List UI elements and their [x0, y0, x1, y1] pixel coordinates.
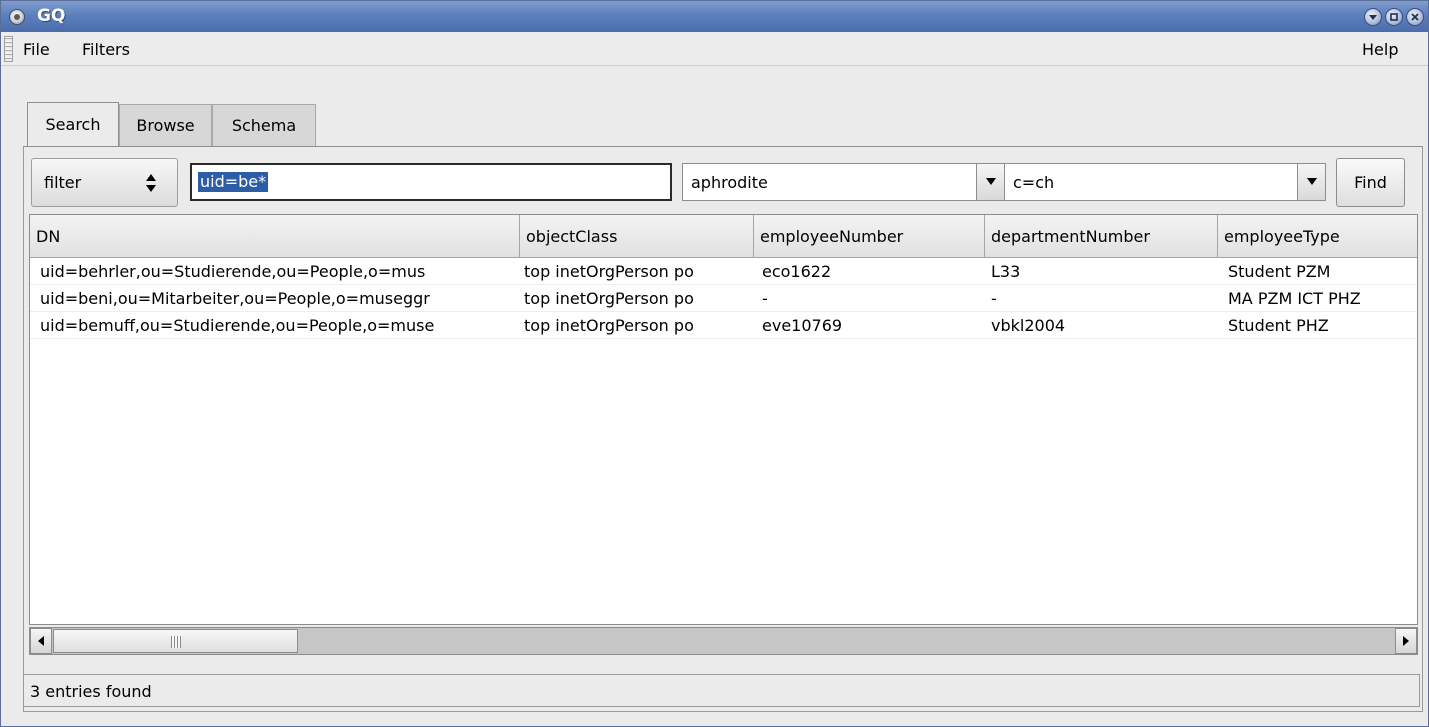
tab-search[interactable]: Search: [27, 102, 119, 146]
status-bar: 3 entries found: [23, 674, 1420, 707]
tab-schema-label: Schema: [231, 116, 297, 135]
menu-filters[interactable]: Filters: [82, 40, 130, 59]
chevron-down-icon: [985, 178, 996, 185]
results-table[interactable]: DN objectClass employeeNumber department…: [29, 214, 1418, 625]
menu-file[interactable]: File: [23, 40, 50, 59]
tab-browse-label: Browse: [136, 116, 195, 135]
table-cell-departmentnumber: vbkl2004: [991, 316, 1066, 335]
arrow-right-icon: [1403, 636, 1409, 646]
menu-help[interactable]: Help: [1362, 40, 1398, 59]
table-cell-dn: uid=beni,ou=Mitarbeiter,ou=People,o=muse…: [40, 289, 430, 308]
menu-bar: File Filters Help: [1, 32, 1428, 66]
menu-grip-handle[interactable]: [4, 36, 13, 62]
title-bar[interactable]: GQ: [1, 1, 1428, 32]
results-table-header: DN objectClass employeeNumber department…: [30, 215, 1417, 258]
find-button[interactable]: Find: [1336, 158, 1405, 207]
table-cell-employeenumber: eco1622: [762, 262, 832, 281]
table-row[interactable]: uid=beni,ou=Mitarbeiter,ou=People,o=muse…: [30, 285, 1417, 312]
scrollbar-grip: [171, 636, 181, 648]
server-combo[interactable]: aphrodite: [682, 163, 1005, 201]
column-header-employeenumber[interactable]: employeeNumber: [754, 215, 985, 258]
table-cell-objectclass: top inetOrgPerson po: [524, 262, 694, 281]
scrollbar-thumb[interactable]: [53, 629, 298, 653]
find-button-label: Find: [1354, 173, 1387, 192]
table-row[interactable]: uid=behrler,ou=Studierende,ou=People,o=m…: [30, 258, 1417, 285]
search-base-combo-value: c=ch: [1013, 173, 1055, 192]
column-header-objectclass[interactable]: objectClass: [520, 215, 754, 258]
server-combo-dropdown-button[interactable]: [976, 164, 1004, 200]
table-cell-dn: uid=behrler,ou=Studierende,ou=People,o=m…: [40, 262, 426, 281]
arrow-left-icon: [38, 636, 44, 646]
app-window: GQ File Filters Help Search Browse Schem…: [0, 0, 1429, 727]
tab-schema[interactable]: Schema: [212, 104, 316, 146]
maximize-icon: [1390, 13, 1398, 21]
table-cell-objectclass: top inetOrgPerson po: [524, 289, 694, 308]
server-combo-value: aphrodite: [691, 173, 768, 192]
maximize-button[interactable]: [1385, 8, 1403, 26]
search-mode-value: filter: [44, 173, 82, 192]
search-mode-select[interactable]: filter: [31, 158, 178, 207]
chevron-down-icon: [1306, 178, 1317, 185]
table-cell-employeetype: Student PZM: [1228, 262, 1331, 281]
table-cell-objectclass: top inetOrgPerson po: [524, 316, 694, 335]
search-base-combo-dropdown-button[interactable]: [1297, 164, 1325, 200]
table-cell-employeenumber: -: [762, 289, 768, 308]
up-down-arrows-icon: [146, 174, 156, 192]
table-cell-dn: uid=bemuff,ou=Studierende,ou=People,o=mu…: [40, 316, 435, 335]
status-text: 3 entries found: [30, 682, 152, 701]
shade-icon: [1369, 15, 1377, 20]
close-button[interactable]: [1406, 8, 1424, 26]
column-header-dn[interactable]: DN: [30, 215, 520, 258]
scroll-right-button[interactable]: [1395, 628, 1417, 654]
horizontal-scrollbar[interactable]: [29, 627, 1418, 655]
window-title: GQ: [37, 6, 66, 26]
tab-browse[interactable]: Browse: [119, 104, 212, 146]
table-row[interactable]: uid=bemuff,ou=Studierende,ou=People,o=mu…: [30, 312, 1417, 339]
table-cell-departmentnumber: L33: [991, 262, 1021, 281]
search-base-combo[interactable]: c=ch: [1004, 163, 1326, 201]
tab-search-label: Search: [45, 115, 101, 134]
scroll-left-button[interactable]: [30, 628, 52, 654]
table-cell-employeetype: Student PHZ: [1228, 316, 1329, 335]
shade-button[interactable]: [1364, 8, 1382, 26]
filter-query-selected-text: uid=be*: [198, 172, 269, 192]
close-icon: [1411, 13, 1419, 21]
table-cell-employeetype: MA PZM ICT PHZ: [1228, 289, 1361, 308]
table-cell-departmentnumber: -: [991, 289, 997, 308]
column-header-employeetype[interactable]: employeeType: [1218, 215, 1417, 258]
app-icon[interactable]: [9, 9, 25, 25]
filter-query-input[interactable]: uid=be*: [190, 163, 672, 201]
results-table-body: uid=behrler,ou=Studierende,ou=People,o=m…: [30, 258, 1417, 339]
column-header-departmentnumber[interactable]: departmentNumber: [985, 215, 1218, 258]
table-cell-employeenumber: eve10769: [762, 316, 843, 335]
